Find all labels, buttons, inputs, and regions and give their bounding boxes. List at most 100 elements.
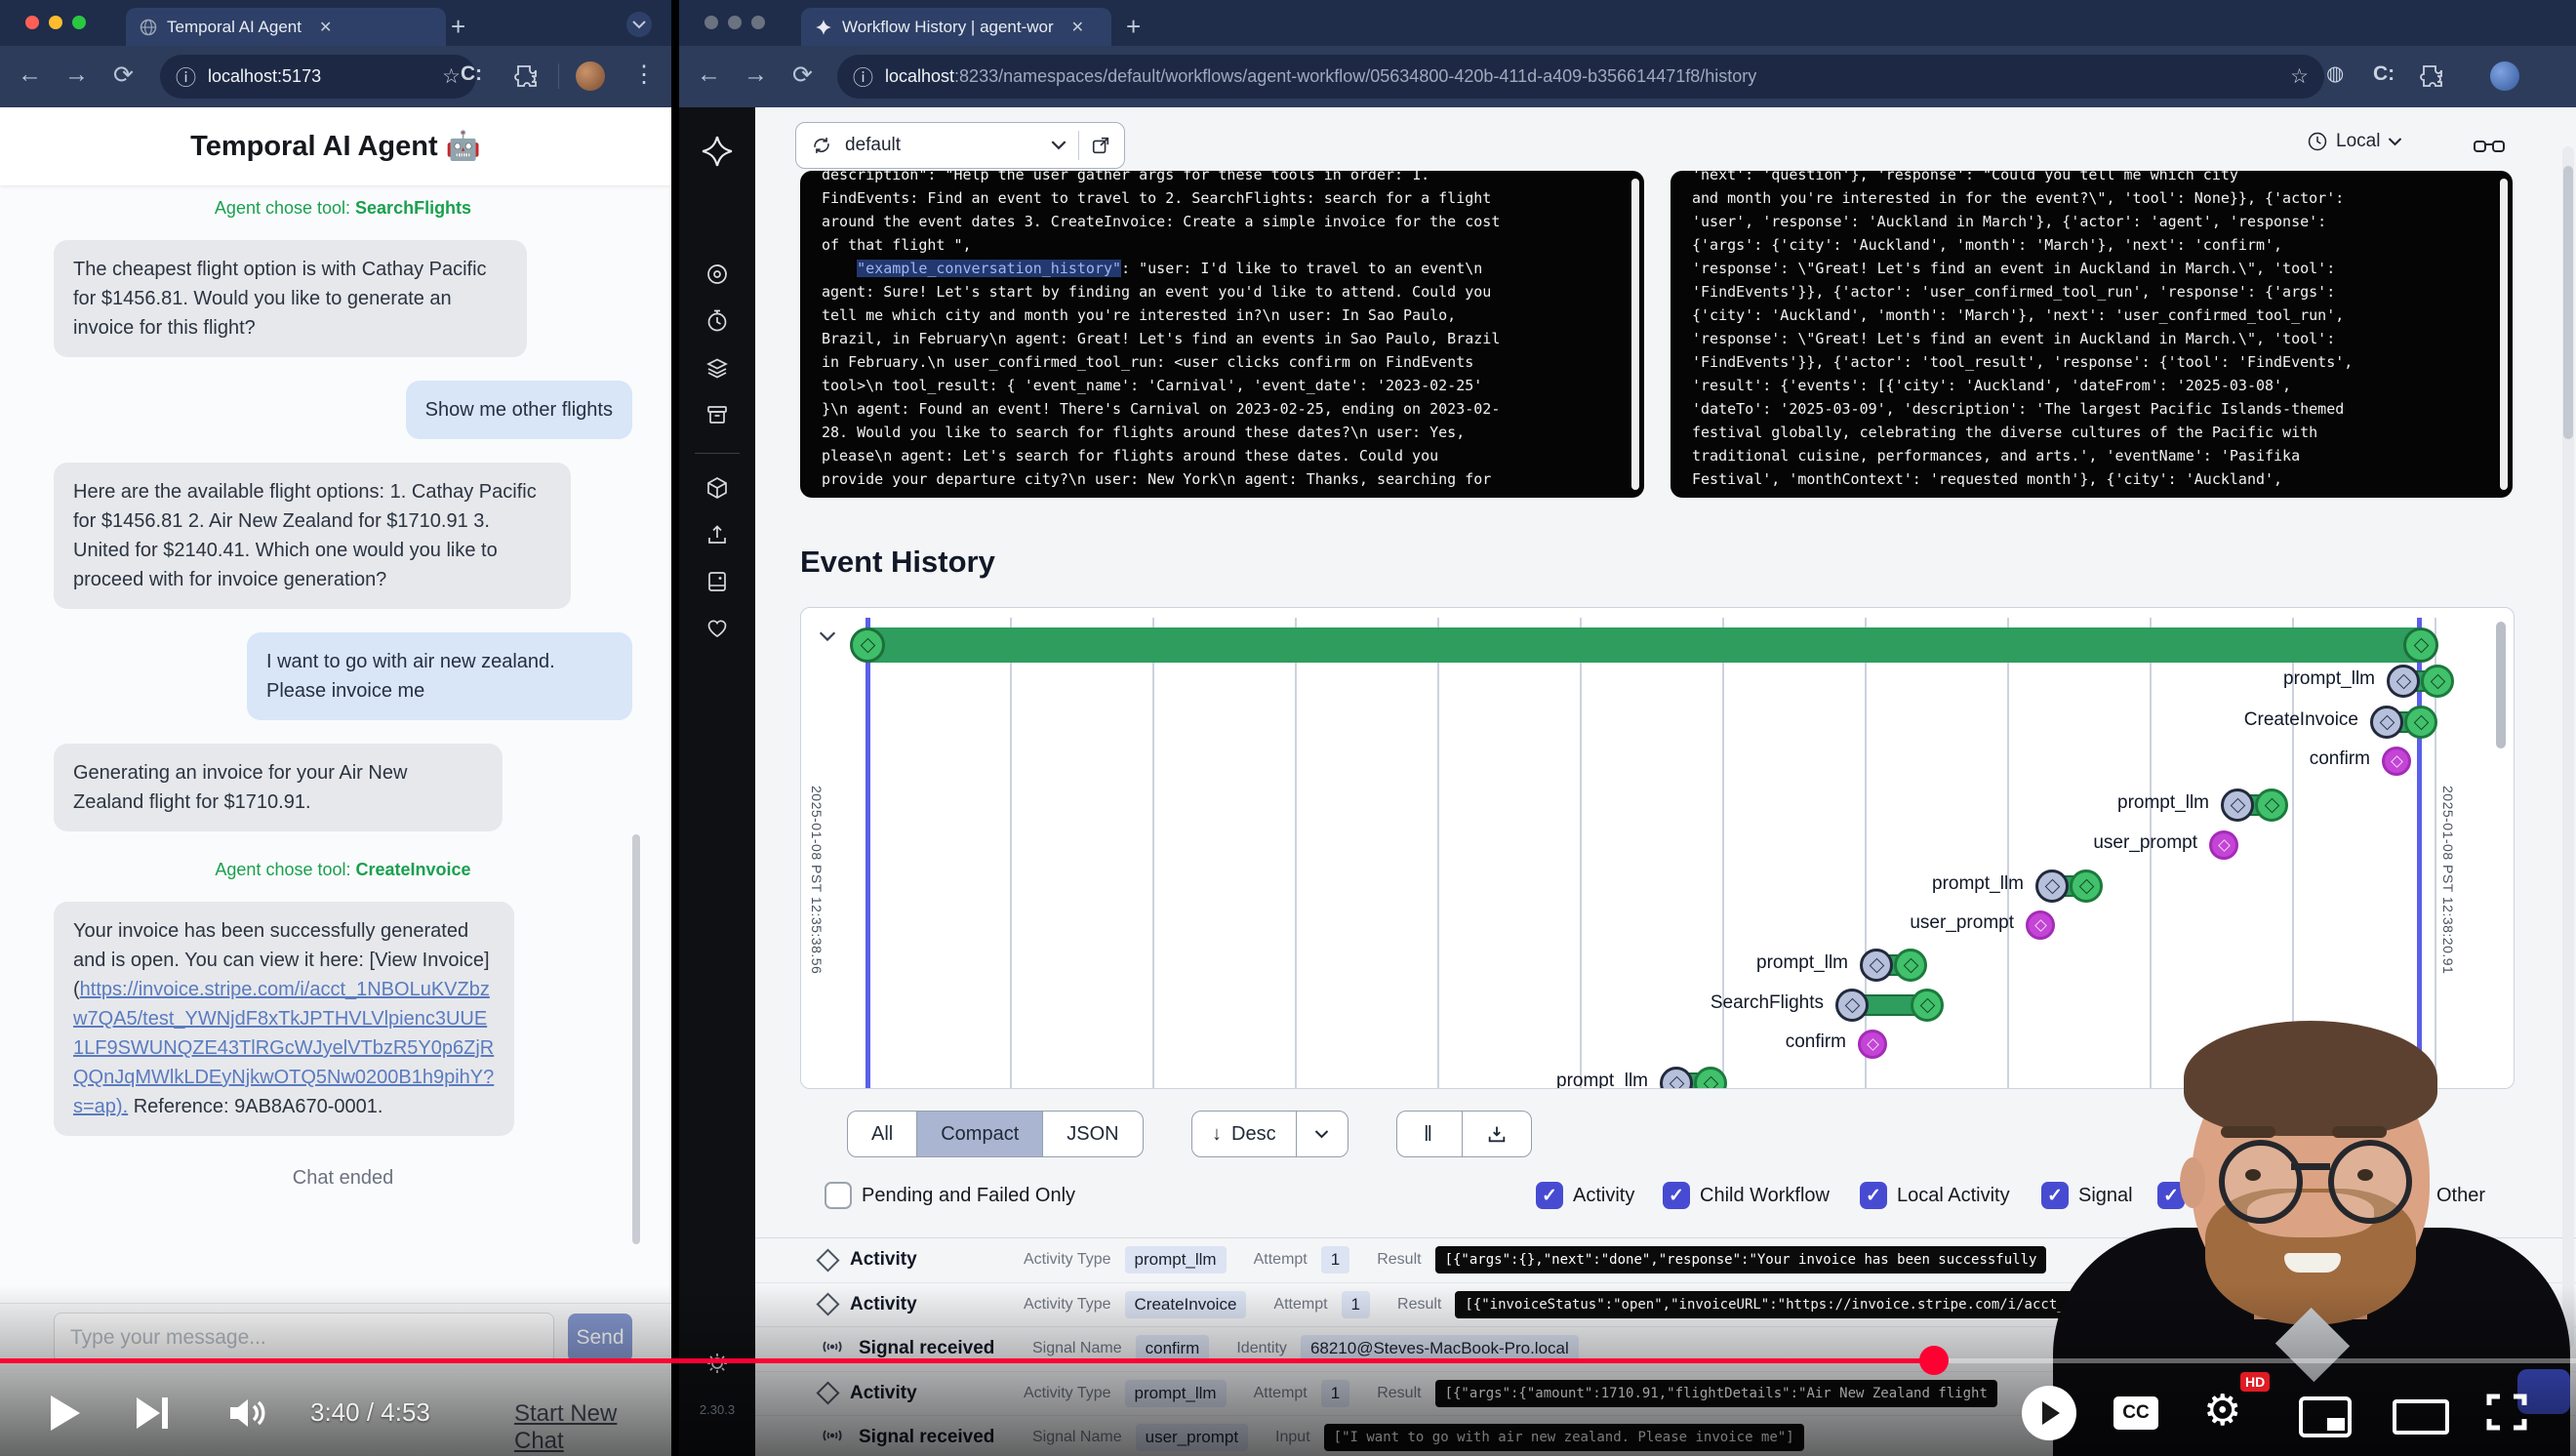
close-window-button[interactable]: [704, 16, 718, 29]
autoplay-toggle[interactable]: [2022, 1386, 2076, 1440]
timezone-selector[interactable]: Local: [2307, 131, 2402, 152]
checkbox-checked[interactable]: ✓: [1860, 1182, 1887, 1209]
pause-updates-button[interactable]: ‖: [1397, 1112, 1463, 1156]
activity-completed-node[interactable]: [1911, 989, 1944, 1022]
signal-node[interactable]: [2026, 910, 2055, 940]
forward-button[interactable]: →: [64, 61, 89, 89]
checkbox-unchecked[interactable]: [825, 1182, 852, 1209]
address-bar[interactable]: ⓘ localhost:8233/namespaces/default/work…: [837, 55, 2324, 99]
view-option-json[interactable]: JSON: [1043, 1112, 1142, 1156]
back-button[interactable]: ←: [18, 61, 42, 89]
activity-completed-node[interactable]: [2404, 706, 2437, 739]
batch-operations-icon[interactable]: [704, 355, 730, 381]
progress-bar-played[interactable]: [0, 1358, 1934, 1363]
activity-completed-node[interactable]: [2255, 789, 2288, 822]
new-tab-button[interactable]: +: [451, 12, 465, 42]
address-bar[interactable]: ⓘ localhost:5173 ☆: [160, 55, 476, 99]
data-encoder-glasses-icon[interactable]: [2473, 134, 2506, 159]
theater-mode-button[interactable]: [2393, 1399, 2449, 1435]
extensions-puzzle-icon[interactable]: [2420, 62, 2445, 88]
playhead-dot[interactable]: [1919, 1346, 1949, 1375]
chat-message-list[interactable]: Agent chose tool: SearchFlightsThe cheap…: [0, 185, 671, 1303]
timeline-collapse-button[interactable]: [819, 629, 836, 647]
archive-icon[interactable]: [704, 402, 730, 427]
activity-scheduled-node[interactable]: [1835, 989, 1869, 1022]
minimize-window-button[interactable]: [728, 16, 742, 29]
code-scrollbar[interactable]: [1631, 179, 1639, 490]
progress-bar-remaining[interactable]: [1934, 1358, 2576, 1363]
close-tab-icon[interactable]: ✕: [319, 18, 332, 37]
code-scrollbar[interactable]: [2500, 179, 2508, 490]
temporal-logo-icon[interactable]: [701, 135, 734, 168]
fullscreen-button[interactable]: [2486, 1394, 2527, 1431]
tab-search-button[interactable]: [626, 12, 652, 37]
labs-cube-icon[interactable]: [704, 475, 730, 501]
window-controls[interactable]: [704, 16, 765, 29]
window-controls[interactable]: [25, 16, 86, 29]
sort-desc-button[interactable]: ↓Desc: [1192, 1112, 1297, 1156]
volume-icon[interactable]: [226, 1394, 267, 1433]
type-filter-activity[interactable]: ✓Activity: [1536, 1182, 1634, 1209]
conversation-payload-panel[interactable]: 'next': 'question'}, 'response': "Could …: [1670, 171, 2513, 498]
reload-button[interactable]: ⟳: [792, 61, 813, 90]
pending-failed-filter[interactable]: Pending and Failed Only: [825, 1182, 1075, 1209]
event-timeline[interactable]: 2025-01-08 PST 12:35:38.56 2025-01-08 PS…: [800, 607, 2515, 1089]
view-option-compact[interactable]: Compact: [917, 1112, 1043, 1156]
minimize-window-button[interactable]: [49, 16, 62, 29]
activity-scheduled-node[interactable]: [2387, 665, 2420, 698]
zoom-window-button[interactable]: [72, 16, 86, 29]
chat-scrollbar[interactable]: [632, 834, 640, 1244]
namespace-selector[interactable]: default: [795, 122, 1125, 169]
sort-menu-button[interactable]: [1297, 1112, 1348, 1156]
extension-c-icon[interactable]: C:: [2373, 62, 2395, 86]
profile-avatar[interactable]: [576, 61, 605, 91]
feedback-heart-icon[interactable]: [704, 616, 730, 641]
workflows-icon[interactable]: [704, 262, 730, 287]
play-button[interactable]: [51, 1395, 80, 1431]
view-option-all[interactable]: All: [848, 1112, 917, 1156]
profile-avatar[interactable]: [2490, 61, 2519, 91]
type-filter-child-workflow[interactable]: ✓Child Workflow: [1663, 1182, 1830, 1209]
activity-completed-node[interactable]: [2421, 665, 2454, 698]
checkbox-checked[interactable]: ✓: [1663, 1182, 1690, 1209]
import-icon[interactable]: [704, 522, 730, 547]
reload-button[interactable]: ⟳: [113, 61, 134, 90]
tab-temporal-ai-agent[interactable]: Temporal AI Agent ✕: [126, 8, 446, 46]
download-history-button[interactable]: [1463, 1112, 1531, 1156]
bookmark-star-icon[interactable]: ☆: [442, 64, 461, 89]
back-button[interactable]: ←: [697, 61, 721, 89]
input-payload-panel[interactable]: description": "Help the user gather args…: [800, 171, 1644, 498]
activity-scheduled-node[interactable]: [2221, 789, 2254, 822]
password-manager-icon[interactable]: ◍: [2326, 61, 2344, 86]
forward-button[interactable]: →: [744, 61, 768, 89]
close-window-button[interactable]: [25, 16, 39, 29]
extensions-puzzle-icon[interactable]: [514, 62, 540, 88]
settings-gear-icon[interactable]: ⚙: [2203, 1386, 2241, 1436]
signal-node[interactable]: [1858, 1030, 1887, 1059]
workflow-end-node[interactable]: [2403, 627, 2438, 663]
invoice-link[interactable]: https://invoice.stripe.com/i/acct_1NBOLu…: [73, 979, 494, 1117]
zoom-window-button[interactable]: [751, 16, 765, 29]
activity-scheduled-node[interactable]: [1660, 1067, 1693, 1089]
signal-node[interactable]: [2382, 747, 2411, 776]
activity-completed-node[interactable]: [1894, 949, 1927, 982]
activity-scheduled-node[interactable]: [2370, 706, 2403, 739]
docs-icon[interactable]: [704, 569, 730, 594]
open-external-icon[interactable]: [1091, 136, 1110, 155]
checkbox-checked[interactable]: ✓: [1536, 1182, 1563, 1209]
captions-button[interactable]: CC: [2113, 1396, 2158, 1430]
tab-workflow-history[interactable]: Workflow History | agent-wor ✕: [801, 8, 1111, 46]
extension-c-icon[interactable]: C:: [461, 62, 482, 86]
signal-node[interactable]: [2209, 830, 2238, 860]
workflow-start-node[interactable]: [850, 627, 885, 663]
workflow-execution-bar[interactable]: [867, 627, 2421, 663]
activity-scheduled-node[interactable]: [2035, 870, 2069, 903]
site-info-icon[interactable]: ⓘ: [176, 62, 196, 92]
activity-scheduled-node[interactable]: [1860, 949, 1893, 982]
activity-completed-node[interactable]: [2070, 870, 2103, 903]
site-info-icon[interactable]: ⓘ: [853, 62, 873, 92]
type-filter-local-activity[interactable]: ✓Local Activity: [1860, 1182, 2010, 1209]
new-tab-button[interactable]: +: [1126, 12, 1141, 42]
close-tab-icon[interactable]: ✕: [1071, 18, 1084, 37]
bookmark-star-icon[interactable]: ☆: [2290, 64, 2309, 89]
